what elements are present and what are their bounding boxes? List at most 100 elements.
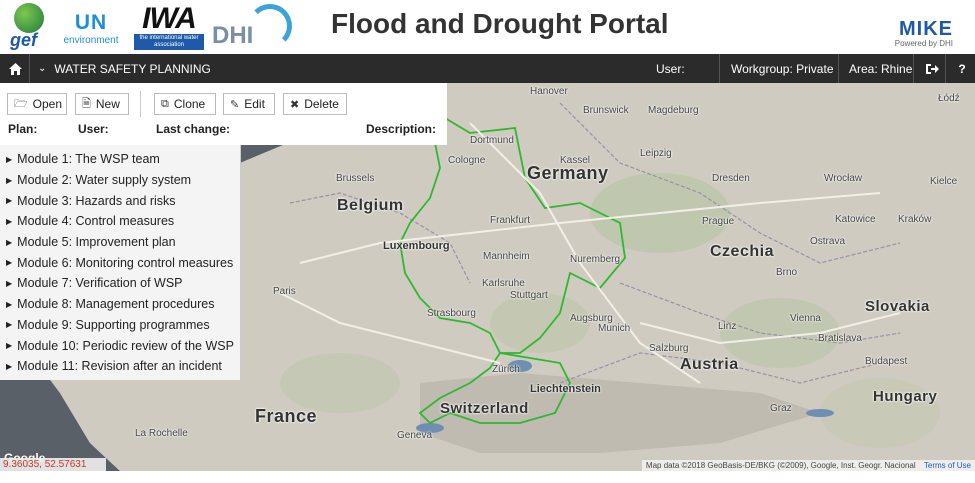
terms-of-use-link[interactable]: Terms of Use <box>924 461 971 470</box>
cursor-coordinates: 9.36035, 52.57631 <box>0 458 106 471</box>
new-label: New <box>95 97 120 111</box>
description-label: Description: <box>366 122 437 136</box>
delete-label: Delete <box>304 97 339 111</box>
module-label: Module 8: Management procedures <box>17 297 215 312</box>
module-item[interactable]: ▶ Module 2: Water supply system <box>0 170 240 191</box>
module-item[interactable]: ▶ Module 7: Verification of WSP <box>0 273 240 294</box>
section-label: WATER SAFETY PLANNING <box>54 61 211 76</box>
home-button[interactable] <box>6 54 24 83</box>
iwa-logo-subtext: the international water association <box>134 34 204 50</box>
module-item[interactable]: ▶ Module 9: Supporting programmes <box>0 315 240 336</box>
map-label-country: Austria <box>680 356 739 373</box>
module-label: Module 7: Verification of WSP <box>17 276 183 291</box>
area-selector[interactable]: Area: Rhine <box>849 54 912 83</box>
module-label: Module 2: Water supply system <box>17 173 192 188</box>
module-item[interactable]: ▶ Module 5: Improvement plan <box>0 232 240 253</box>
help-button[interactable]: ? <box>955 54 969 83</box>
mike-logo-text: MIKE <box>899 17 953 40</box>
map-label-country: France <box>255 406 318 426</box>
map-label-city: Frankfurt <box>490 215 531 226</box>
nav-divider <box>913 54 914 83</box>
map-label-city: Zürich <box>492 364 520 375</box>
map-label-city: Budapest <box>865 356 908 367</box>
map-label-city: Paris <box>273 286 296 297</box>
plan-toolbar: 🗁 Open 🗎 New ⧉ Clone ✎ Edit ✖ Delete Pla… <box>0 83 447 145</box>
new-button[interactable]: 🗎 New <box>75 93 129 115</box>
section-dropdown[interactable]: ⌄ WATER SAFETY PLANNING <box>38 54 211 83</box>
user-label: User: <box>78 122 109 136</box>
module-item[interactable]: ▶ Module 10: Periodic review of the WSP <box>0 335 240 356</box>
caret-right-icon: ▶ <box>6 361 13 371</box>
home-icon <box>8 62 22 75</box>
map-label-city: Wrocław <box>824 173 863 184</box>
map-label-city: Salzburg <box>649 343 689 354</box>
wave-icon <box>248 4 292 48</box>
edit-icon: ✎ <box>230 98 240 111</box>
un-logo-text: UN <box>74 10 108 34</box>
module-item[interactable]: ▶ Module 3: Hazards and risks <box>0 190 240 211</box>
iwa-logo-text: IWA <box>142 2 197 35</box>
module-item[interactable]: ▶ Module 1: The WSP team <box>0 149 240 170</box>
module-label: Module 5: Improvement plan <box>17 235 176 250</box>
map-label-city: Vienna <box>790 313 821 324</box>
toolbar-divider <box>140 91 141 117</box>
map-label-city: La Rochelle <box>135 428 188 439</box>
module-label: Module 6: Monitoring control measures <box>17 255 234 270</box>
module-label: Module 10: Periodic review of the WSP <box>17 338 234 353</box>
map-label-city: Magdeburg <box>648 105 699 116</box>
gef-logo: gef <box>6 3 50 51</box>
top-navbar: ⌄ WATER SAFETY PLANNING User: Workgroup:… <box>0 54 975 83</box>
map-label-city: Katowice <box>835 214 876 225</box>
bottom-bar <box>0 471 975 483</box>
delete-button[interactable]: ✖ Delete <box>283 93 347 115</box>
map-label-city: Brunswick <box>583 105 629 116</box>
module-label: Module 1: The WSP team <box>17 152 160 167</box>
un-environment-logo: UN environment <box>60 8 122 48</box>
folder-open-icon: 🗁 <box>14 97 28 110</box>
map-label-country: Luxembourg <box>383 240 450 252</box>
caret-right-icon: ▶ <box>6 299 13 309</box>
map-label-city: Geneva <box>397 430 433 441</box>
map-label-country: Slovakia <box>865 298 930 315</box>
chevron-down-icon: ⌄ <box>38 63 47 74</box>
map-label-city: Munich <box>598 323 631 334</box>
module-item[interactable]: ▶ Module 8: Management procedures <box>0 294 240 315</box>
module-list: ▶ Module 1: The WSP team ▶ Module 2: Water… <box>0 145 241 380</box>
nav-divider <box>945 54 946 83</box>
sign-out-icon <box>925 63 939 74</box>
mike-logo-subtext: Powered by DHI <box>894 38 953 48</box>
clone-button[interactable]: ⧉ Clone <box>154 93 216 115</box>
caret-right-icon: ▶ <box>6 278 13 288</box>
map-label-country: Switzerland <box>440 400 529 417</box>
map-label-city: Brussels <box>336 173 375 184</box>
map-label-city: Strasbourg <box>427 308 476 319</box>
map-label-country: Czechia <box>710 243 774 260</box>
map-label-country: Germany <box>527 163 609 183</box>
nav-divider <box>719 54 720 83</box>
dhi-logo-text: DHI <box>212 22 254 49</box>
close-icon: ✖ <box>290 98 300 111</box>
map-label-city: Dortmund <box>470 135 514 146</box>
map-label-city: Mannheim <box>483 251 530 262</box>
module-item[interactable]: ▶ Module 11: Revision after an incident <box>0 356 240 377</box>
map-label-city: Nuremberg <box>570 254 621 265</box>
module-label: Module 9: Supporting programmes <box>17 317 210 332</box>
page-title: Flood and Drought Portal <box>331 8 669 39</box>
caret-right-icon: ▶ <box>6 196 13 206</box>
nav-divider <box>29 54 30 83</box>
open-button[interactable]: 🗁 Open <box>7 93 67 115</box>
map-label-city: Brno <box>776 267 798 278</box>
clone-label: Clone <box>173 97 206 111</box>
logout-button[interactable] <box>923 54 941 83</box>
caret-right-icon: ▶ <box>6 258 13 268</box>
map-label-city: Łódź <box>938 93 960 104</box>
edit-button[interactable]: ✎ Edit <box>223 93 275 115</box>
map-label-city: Kielce <box>930 176 958 187</box>
caret-right-icon: ▶ <box>6 154 13 164</box>
module-item[interactable]: ▶ Module 6: Monitoring control measures <box>0 252 240 273</box>
module-item[interactable]: ▶ Module 4: Control measures <box>0 211 240 232</box>
map-label-country: Belgium <box>337 197 404 214</box>
module-label: Module 3: Hazards and risks <box>17 193 176 208</box>
map-label-city: Dresden <box>712 173 750 184</box>
workgroup-selector[interactable]: Workgroup: Private <box>731 54 834 83</box>
